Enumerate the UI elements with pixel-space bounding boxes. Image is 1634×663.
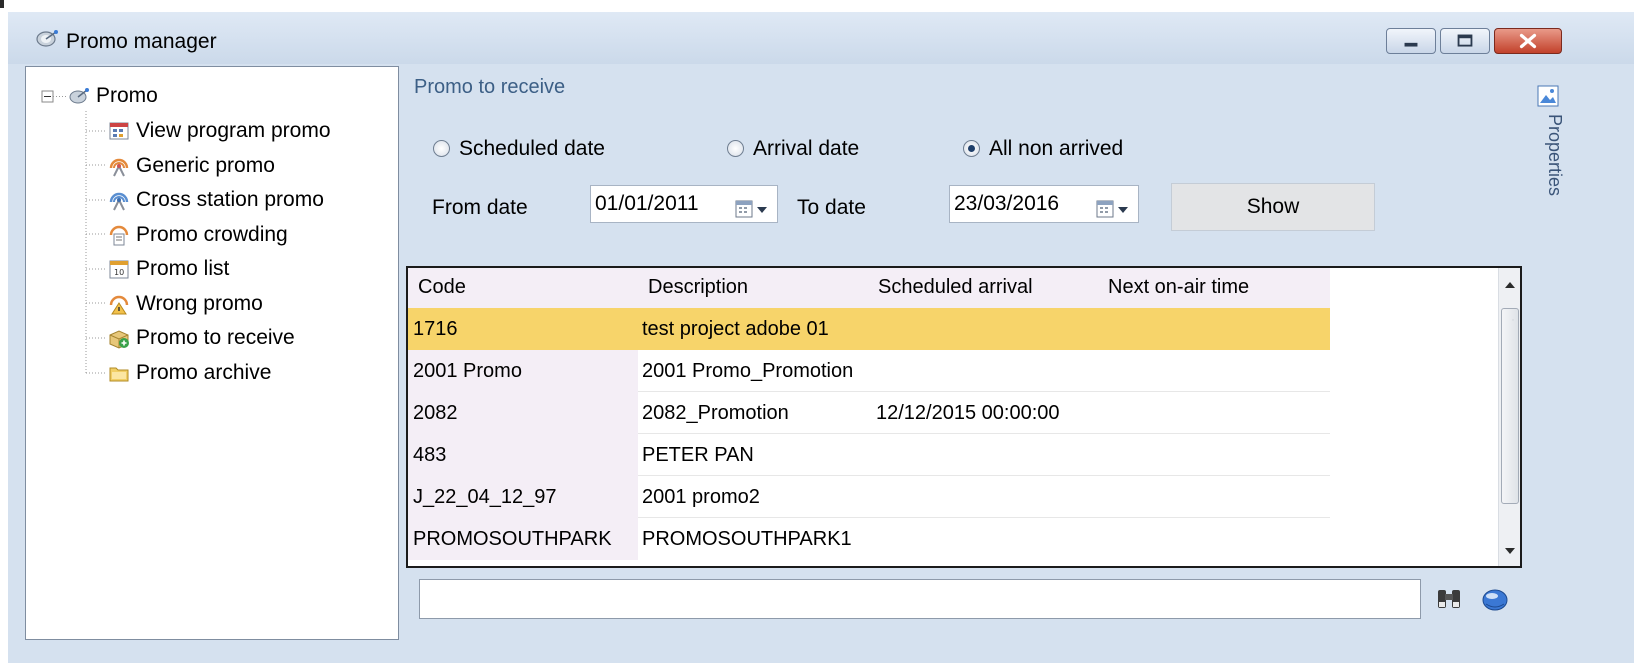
cell-description: 2001 promo2 [642, 486, 760, 508]
cell-scheduled-arrival: 12/12/2015 00:00:00 [876, 402, 1060, 424]
table-row[interactable]: J_22_04_12_97 2001 promo2 [408, 476, 1330, 518]
satellite-dish-icon [34, 28, 60, 50]
cell-code: 483 [413, 444, 447, 466]
scrollbar-thumb[interactable] [1501, 308, 1519, 504]
radio-indicator [727, 140, 744, 157]
tree-item-label: Cross station promo [136, 188, 324, 211]
calendar-dropdown-icon[interactable] [735, 195, 771, 218]
properties-tab-label[interactable]: Properties [1544, 114, 1565, 196]
from-date-picker[interactable]: 01/01/2011 [590, 185, 778, 223]
program-promo-icon [108, 120, 130, 142]
promo-tree[interactable]: Promo View program promo Generic promo C… [25, 66, 399, 640]
tree-item-label: Promo list [136, 257, 230, 280]
grip-icon [1512, 319, 1514, 321]
search-input[interactable] [419, 579, 1421, 619]
cell-description: 2001 Promo_Promotion [642, 360, 854, 382]
scroll-down-icon[interactable] [1499, 540, 1521, 562]
generic-promo-icon [108, 155, 130, 177]
tree-item-label: Generic promo [136, 154, 275, 177]
promo-archive-icon [108, 362, 130, 384]
cell-code: PROMOSOUTHPARK [413, 528, 612, 550]
wrong-promo-icon [108, 293, 130, 315]
scroll-up-icon[interactable] [1499, 274, 1521, 296]
panel-title: Promo to receive [414, 76, 566, 98]
maximize-button[interactable] [1440, 28, 1490, 54]
minimize-button[interactable] [1386, 28, 1436, 54]
from-date-label: From date [432, 196, 528, 219]
cell-description: test project adobe 01 [642, 318, 829, 340]
svg-text:10: 10 [114, 268, 124, 277]
grid-header: Code Description Scheduled arrival Next … [408, 268, 1330, 308]
tree-item-label: View program promo [136, 119, 331, 142]
tree-item-label: Promo to receive [136, 326, 295, 349]
promo-to-receive-icon [108, 327, 130, 349]
tree-root-label: Promo [96, 84, 158, 107]
radio-indicator [433, 140, 450, 157]
vertical-scrollbar[interactable] [1498, 268, 1521, 566]
cell-code: 1716 [413, 318, 458, 340]
to-date-value: 23/03/2016 [954, 192, 1060, 215]
radio-label: Arrival date [753, 137, 860, 160]
tree-item-label: Promo crowding [136, 223, 288, 246]
column-header-scheduled-arrival[interactable]: Scheduled arrival [878, 276, 1033, 299]
cell-description: PROMOSOUTHPARK1 [642, 528, 852, 550]
cell-code: 2082 [413, 402, 458, 424]
properties-icon [1537, 85, 1559, 107]
minimize-icon [1404, 42, 1418, 47]
refresh-globe-icon[interactable] [1480, 584, 1510, 614]
radio-label: Scheduled date [459, 137, 605, 160]
screen-edge-marker [0, 0, 4, 8]
from-date-value: 01/01/2011 [595, 192, 699, 215]
calendar-dropdown-icon[interactable] [1096, 195, 1132, 218]
tree-item-label: Promo archive [136, 361, 272, 384]
table-row-selected[interactable]: 1716 test project adobe 01 [408, 308, 1330, 350]
promo-manager-window: Promo manager Promo View program promo G… [8, 12, 1634, 663]
radio-label: All non arrived [989, 137, 1124, 160]
column-header-code[interactable]: Code [418, 276, 466, 299]
table-row[interactable]: 483 PETER PAN [408, 434, 1330, 476]
column-header-description[interactable]: Description [648, 276, 748, 299]
cell-code: 2001 Promo [413, 360, 522, 382]
window-title: Promo manager [66, 30, 217, 53]
table-row[interactable]: PROMOSOUTHPARK PROMOSOUTHPARK1 [408, 518, 1330, 560]
radio-indicator-selected [963, 140, 980, 157]
close-button[interactable] [1494, 28, 1562, 54]
to-date-label: To date [797, 196, 866, 219]
table-row[interactable]: 2001 Promo 2001 Promo_Promotion [408, 350, 1330, 392]
satellite-dish-icon [68, 85, 90, 107]
close-icon [1519, 33, 1537, 49]
cell-code: J_22_04_12_97 [413, 486, 557, 508]
cell-description: PETER PAN [642, 444, 754, 466]
binoculars-icon[interactable] [1434, 584, 1464, 614]
tree-item-label: Wrong promo [136, 292, 263, 315]
to-date-picker[interactable]: 23/03/2016 [949, 185, 1139, 223]
cross-station-promo-icon [108, 189, 130, 211]
column-header-next-on-air-time[interactable]: Next on-air time [1108, 276, 1249, 299]
promo-crowding-icon [108, 224, 130, 246]
promo-grid[interactable]: Code Description Scheduled arrival Next … [406, 266, 1522, 568]
restore-icon [1457, 34, 1473, 47]
cell-description: 2082_Promotion [642, 402, 789, 424]
title-bar[interactable]: Promo manager [8, 12, 1634, 64]
show-button[interactable]: Show [1171, 183, 1375, 231]
table-row[interactable]: 2082 2082_Promotion 12/12/2015 00:00:00 [408, 392, 1330, 434]
promo-list-icon: 10 [108, 258, 130, 280]
